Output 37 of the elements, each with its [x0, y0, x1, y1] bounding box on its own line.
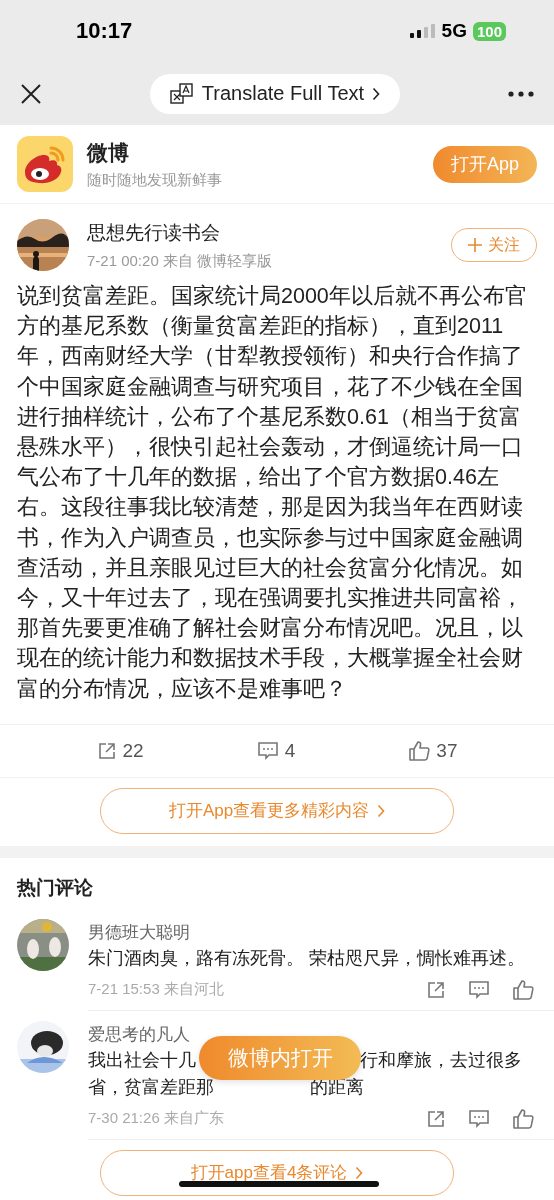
chevron-icon — [372, 86, 381, 101]
comment-meta: 7-30 21:26 来自广东 — [88, 1109, 225, 1129]
close-icon — [20, 82, 42, 105]
commenter-name[interactable]: 男德班大聪明 — [88, 920, 554, 945]
translate-icon — [169, 81, 194, 106]
thumbs-up-icon — [512, 978, 534, 1001]
battery-level: 100 — [472, 21, 506, 41]
comment-text: 朱门酒肉臭，路有冻死骨。 荣枯咫尺异，惆怅难再述。 — [88, 946, 525, 970]
like-count[interactable]: 37 — [436, 739, 458, 762]
section-title: 热门评论 — [15, 875, 94, 900]
share-icon — [426, 979, 446, 1000]
more-icon — [508, 90, 534, 97]
network-type: 5G — [441, 20, 467, 42]
post-text: 说到贫富差距。国家统计局2000年以后就不再公布官方的基尼系数（衡量贫富差距的指标），直到2011年，西南财经大学（甘犁教授领衔）和央行合作搞了个中国家庭金融调查与研究项目，花了不少钱在全国进行抽样统计，公布了个基尼系数0.61（相当于贫富悬殊水平），很快引起社会轰动，才倒逼统计局一口气公布了十几年的数据，给出了个官方数据0.46左右。这段往事我比较清楚，那是因为我当年在西财读书，作为入户调查员，也实际参与过中国家庭金融调查活动，并且亲眼见过巨大的社会贫富分化情况。如今，又十年过去了，现在强调要扎实推进共同富裕，那首先要更准确了解社会财富分布情况吧。况且，以现在的统计能力和数据技术手段，大概掌握全社会财富的分布情况，应该不是难事吧？ — [17, 283, 528, 703]
app-tagline: 随时随地发现新鲜事 — [87, 170, 223, 190]
plus-icon — [468, 238, 482, 252]
comment-icon — [468, 1108, 490, 1129]
weibo-logo-drawing — [17, 136, 73, 192]
chevron-icon — [377, 803, 386, 818]
status-time: 10:17 — [76, 18, 134, 44]
comment-meta: 7-21 15:53 来自河北 — [88, 980, 225, 1000]
repost-count[interactable]: 22 — [122, 739, 144, 762]
comment-text: 我出社会十几 — [88, 1048, 196, 1072]
translate-button[interactable]: Translate Full Text — [149, 73, 401, 114]
author-name[interactable]: 思想先行读书会 — [87, 219, 433, 246]
app-name: 微博 — [87, 139, 130, 166]
share-icon — [96, 740, 117, 761]
thumbs-up-icon — [512, 1107, 534, 1130]
comment-text: 行和摩旅，去过很多 — [360, 1048, 522, 1072]
signal-icon — [409, 24, 436, 38]
thumbs-up-icon — [408, 739, 431, 762]
chevron-icon — [355, 1165, 364, 1180]
post-meta: 7-21 00:20 来自 微博轻享版 — [87, 251, 274, 271]
share-icon — [426, 1108, 446, 1129]
comment-icon — [468, 979, 490, 1000]
comment-icon — [256, 740, 279, 761]
comment-count[interactable]: 4 — [284, 739, 296, 762]
